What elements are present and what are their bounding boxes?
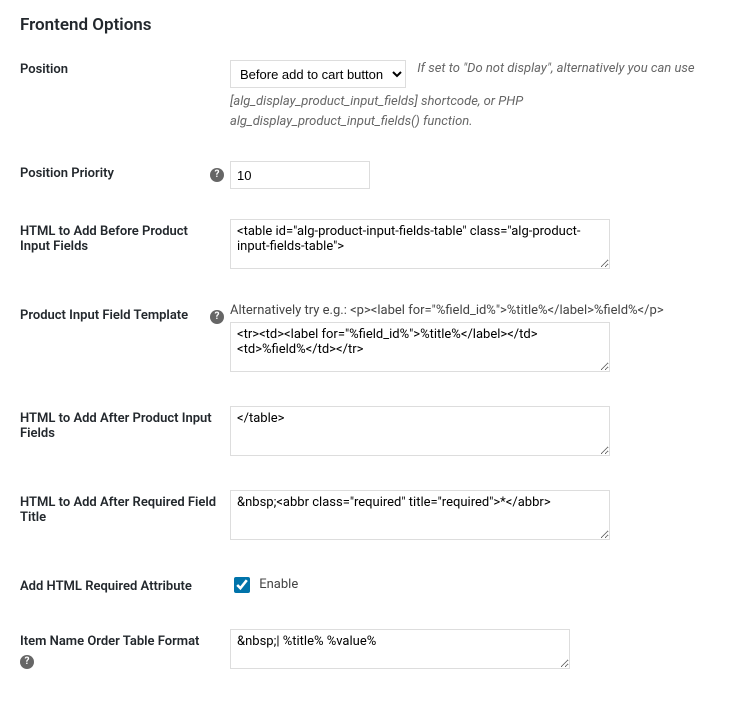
section-heading: Frontend Options [20,15,725,35]
label-priority: Position Priority [20,166,114,181]
template-desc-above: Alternatively try e.g.: <p><label for="%… [230,303,715,318]
position-select[interactable]: Before add to cart button [230,60,406,88]
settings-table: Position Before add to cart button If se… [20,60,725,689]
label-position: Position [20,60,230,146]
label-template: Product Input Field Template [20,308,188,323]
help-icon[interactable]: ? [210,168,224,182]
help-icon[interactable]: ? [20,655,34,669]
enable-checkbox-label[interactable]: Enable [230,577,298,592]
required-title-textarea[interactable] [230,490,610,540]
label-item-format: Item Name Order Table Format [20,634,199,649]
checkbox-text: Enable [259,577,298,592]
item-format-textarea[interactable] [230,629,570,669]
html-before-textarea[interactable] [230,219,610,269]
label-required-title: HTML to Add After Required Field Title [20,475,230,559]
template-textarea[interactable] [230,322,610,372]
label-html-after: HTML to Add After Product Input Fields [20,391,230,475]
position-desc-inline: If set to "Do not display", alternativel… [417,61,694,76]
priority-input[interactable] [230,161,370,189]
label-html-before: HTML to Add Before Product Input Fields [20,204,230,288]
position-desc-block: [alg_display_product_input_fields] short… [230,92,715,131]
html-after-textarea[interactable] [230,406,610,456]
label-required-attr: Add HTML Required Attribute [20,559,230,614]
required-attr-checkbox[interactable] [234,577,250,593]
help-icon[interactable]: ? [210,310,224,324]
